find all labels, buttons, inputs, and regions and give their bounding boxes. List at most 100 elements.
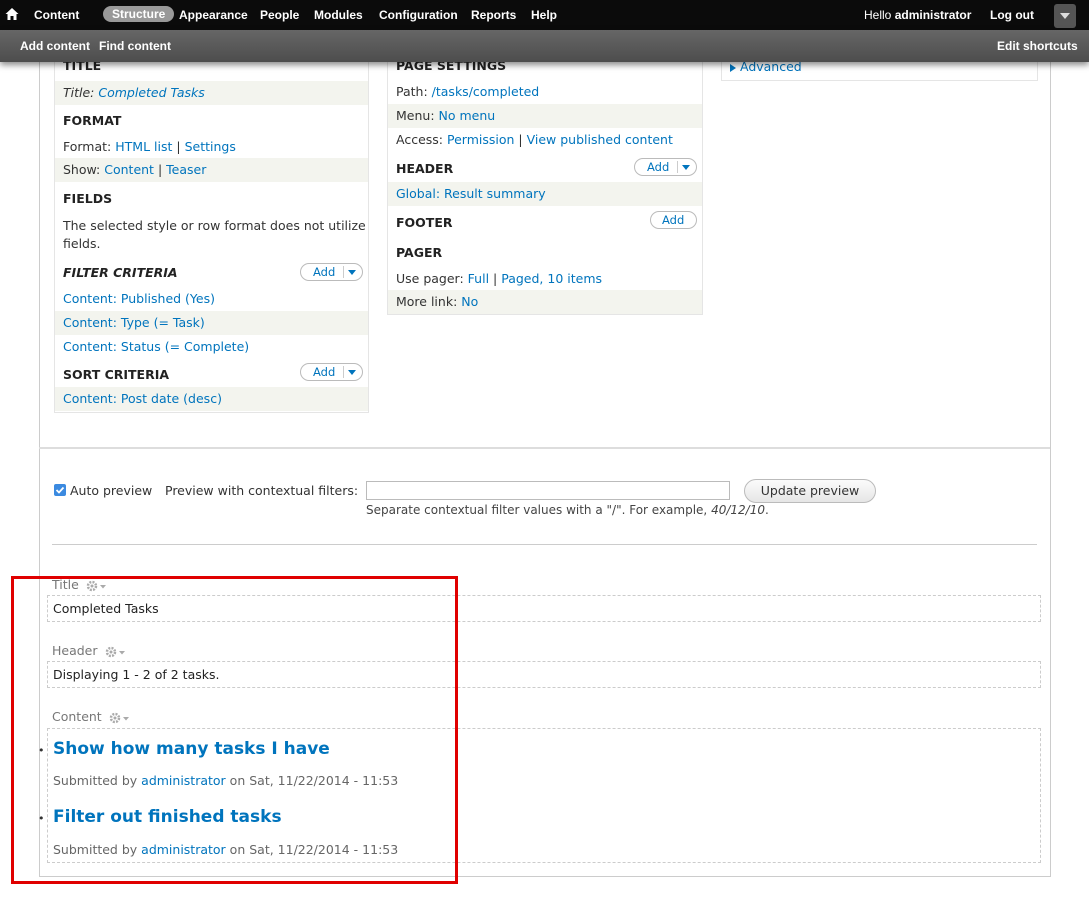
- header-add-button[interactable]: Add: [634, 158, 697, 176]
- shortcuts-bar: Add content Find content Edit shortcuts: [0, 30, 1089, 62]
- access-separator: |: [518, 132, 523, 147]
- toolbar-item-appearance[interactable]: Appearance: [179, 8, 248, 22]
- show-value-link[interactable]: Content: [104, 162, 154, 177]
- sort-add-button[interactable]: Add: [300, 363, 363, 381]
- fields-section-header: FIELDS: [63, 191, 113, 206]
- access-view-link[interactable]: View published content: [527, 132, 673, 147]
- views-column-second: PAGE SETTINGS Path: /tasks/completed Men…: [387, 40, 703, 315]
- menu-row: Menu: No menu: [388, 104, 702, 128]
- hint-suffix: .: [764, 503, 769, 517]
- gear-icon[interactable]: [105, 646, 127, 658]
- toolbar-item-reports[interactable]: Reports: [471, 8, 516, 22]
- more-link-label: More link:: [396, 294, 458, 309]
- toolbar-item-people[interactable]: People: [260, 8, 299, 22]
- path-row: Path: /tasks/completed: [388, 84, 702, 100]
- pager-separator: |: [493, 271, 498, 286]
- access-permission-link[interactable]: Permission: [447, 132, 514, 147]
- sort-item[interactable]: Content: Post date (desc): [55, 387, 368, 411]
- preview-title-region: [47, 595, 1041, 622]
- footer-add-button[interactable]: Add: [650, 211, 697, 229]
- checkmark-icon: [55, 486, 65, 494]
- toolbar-item-help[interactable]: Help: [531, 8, 557, 22]
- triangle-right-icon: [730, 63, 736, 72]
- preview-title-label-text: Title: [52, 577, 79, 592]
- format-separator: |: [176, 139, 181, 154]
- greeting-prefix: Hello: [864, 8, 895, 22]
- toolbar-item-configuration[interactable]: Configuration: [379, 8, 458, 22]
- shortcuts-toggle-button[interactable]: [1054, 4, 1076, 28]
- gear-icon[interactable]: [109, 712, 131, 724]
- auto-preview-label[interactable]: Auto preview: [70, 483, 152, 498]
- more-link-row: More link: No: [388, 290, 702, 314]
- header-item-link[interactable]: Global: Result summary: [396, 186, 546, 201]
- format-section-header: FORMAT: [63, 113, 122, 128]
- sort-item-link[interactable]: Content: Post date (desc): [63, 391, 222, 406]
- preview-title-value: Completed Tasks: [53, 601, 159, 616]
- author-link[interactable]: administrator: [141, 842, 226, 857]
- contextual-filters-label: Preview with contextual filters:: [165, 483, 359, 498]
- preview-title-label: Title: [52, 577, 108, 592]
- edit-shortcuts-link[interactable]: Edit shortcuts: [997, 39, 1078, 53]
- username[interactable]: administrator: [895, 8, 972, 22]
- preview-header-label-text: Header: [52, 643, 98, 658]
- list-bullet: •: [38, 744, 45, 757]
- shortcut-add-content[interactable]: Add content: [20, 39, 90, 53]
- shortcut-find-content[interactable]: Find content: [99, 39, 171, 53]
- format-row: Format: HTML list | Settings: [55, 139, 368, 155]
- toolbar-item-structure[interactable]: Structure: [103, 6, 175, 22]
- chevron-down-icon[interactable]: [348, 370, 356, 375]
- filter-item-link[interactable]: Content: Type (= Task): [63, 315, 205, 330]
- menu-value-link[interactable]: No menu: [439, 108, 496, 123]
- filter-item[interactable]: Content: Type (= Task): [55, 311, 368, 335]
- auto-preview-checkbox[interactable]: [54, 484, 66, 496]
- filter-add-button[interactable]: Add: [300, 263, 363, 281]
- more-link-value[interactable]: No: [461, 294, 478, 309]
- header-add-label: Add: [647, 160, 670, 174]
- path-label: Path:: [396, 84, 428, 99]
- user-greeting: Hello administrator: [864, 8, 971, 22]
- access-label: Access:: [396, 132, 444, 147]
- button-separator: [343, 366, 344, 378]
- section-divider: [39, 447, 1050, 449]
- title-value-link[interactable]: Completed Tasks: [98, 85, 204, 100]
- logout-link[interactable]: Log out: [990, 8, 1034, 22]
- update-preview-button[interactable]: Update preview: [744, 479, 876, 503]
- gear-icon[interactable]: [86, 580, 108, 592]
- show-separator: |: [157, 162, 163, 177]
- format-value-link[interactable]: HTML list: [115, 139, 172, 154]
- list-bullet: •: [38, 812, 45, 825]
- access-row: Access: Permission | View published cont…: [388, 132, 702, 148]
- views-column-first: TITLE Title: Completed Tasks FORMAT Form…: [54, 40, 369, 413]
- node-submitted: Submitted by administrator on Sat, 11/22…: [53, 842, 398, 857]
- chevron-down-icon[interactable]: [682, 165, 690, 170]
- contextual-filters-input[interactable]: [366, 481, 730, 500]
- node-title-link[interactable]: Filter out finished tasks: [53, 807, 282, 827]
- header-item[interactable]: Global: Result summary: [388, 182, 702, 206]
- toolbar-item-modules[interactable]: Modules: [314, 8, 363, 22]
- home-icon[interactable]: [4, 6, 20, 22]
- pager-items-link[interactable]: Paged, 10 items: [501, 271, 602, 286]
- submitted-prefix: Submitted by: [53, 773, 142, 788]
- filter-item[interactable]: Content: Published (Yes): [55, 291, 368, 307]
- hint-example: 40/12/10: [711, 503, 765, 517]
- filter-add-label: Add: [313, 265, 336, 279]
- toolbar-item-content[interactable]: Content: [34, 8, 79, 22]
- preview-content-label-text: Content: [52, 709, 102, 724]
- node-title-link[interactable]: Show how many tasks I have: [53, 739, 330, 759]
- pager-value-link[interactable]: Full: [468, 271, 489, 286]
- sort-add-label: Add: [313, 365, 336, 379]
- chevron-down-icon[interactable]: [348, 270, 356, 275]
- show-label: Show:: [63, 162, 101, 177]
- hint-text: Separate contextual filter values with a…: [366, 503, 712, 517]
- show-teaser-link[interactable]: Teaser: [166, 162, 206, 177]
- title-row: Title: Completed Tasks: [55, 81, 368, 105]
- footer-add-label: Add: [662, 213, 685, 227]
- filter-item-status[interactable]: Content: Status (= Complete): [55, 339, 368, 355]
- preview-content-label: Content: [52, 709, 131, 724]
- admin-toolbar: Content Structure Appearance People Modu…: [0, 0, 1089, 30]
- format-settings-link[interactable]: Settings: [185, 139, 236, 154]
- filter-item-link[interactable]: Content: Status (= Complete): [63, 339, 249, 354]
- path-value-link[interactable]: /tasks/completed: [432, 84, 540, 99]
- preview-header-value: Displaying 1 - 2 of 2 tasks.: [53, 667, 220, 682]
- author-link[interactable]: administrator: [141, 773, 226, 788]
